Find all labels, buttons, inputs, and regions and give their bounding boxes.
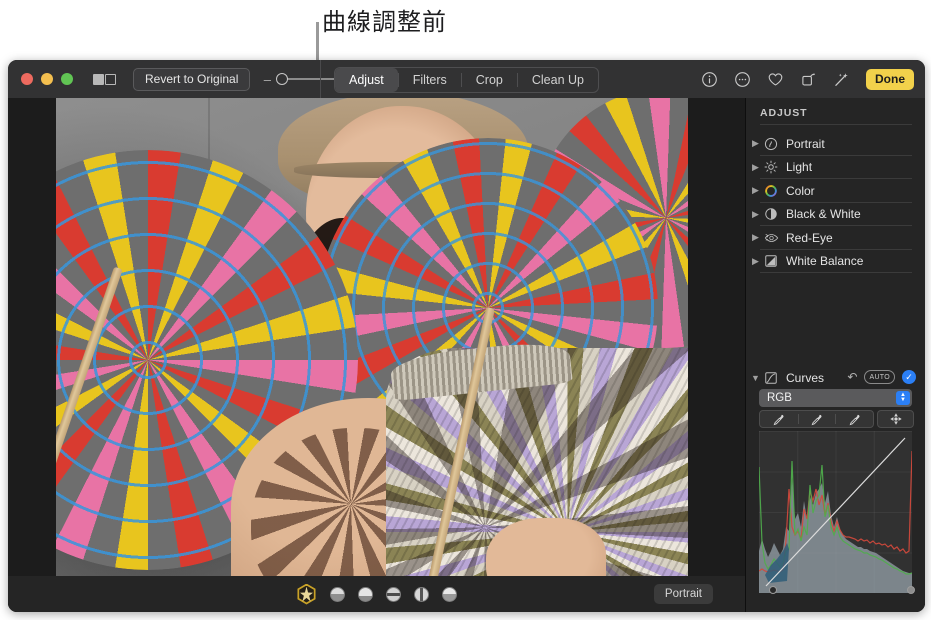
comment-icon[interactable] bbox=[734, 71, 751, 88]
black-white-icon bbox=[763, 206, 779, 222]
callout-label: 曲線調整前 bbox=[322, 8, 447, 36]
chevron-down-icon[interactable]: ▼ bbox=[748, 373, 763, 383]
sidebar-item-label: Portrait bbox=[786, 136, 825, 151]
screenshot-root: 曲線調整前 Revert to Original – Adjust Filter… bbox=[0, 0, 931, 620]
black-point-eyedropper[interactable] bbox=[760, 411, 798, 427]
selected-hex-thumb[interactable] bbox=[296, 583, 317, 605]
tab-clean-up-label: Clean Up bbox=[531, 73, 584, 87]
sidebar-item-label: Color bbox=[786, 183, 815, 198]
red-eye-icon bbox=[763, 230, 779, 246]
rotate-icon[interactable] bbox=[800, 71, 817, 88]
compare-view-icon[interactable] bbox=[93, 73, 116, 85]
sidebar-item-portrait[interactable]: ▶ Portrait bbox=[746, 132, 925, 156]
sidebar-item-light[interactable]: ▶ Light bbox=[746, 156, 925, 179]
curves-histogram bbox=[759, 437, 912, 593]
zoom-slider-knob[interactable] bbox=[276, 73, 289, 85]
preview-thumbnail-strip[interactable] bbox=[8, 576, 745, 612]
compare-filled-square bbox=[93, 73, 104, 85]
photos-editor-window: Revert to Original – + Adjust Filters Cr… bbox=[8, 60, 925, 612]
tab-adjust-label: Adjust bbox=[349, 73, 384, 87]
chevron-right-icon[interactable]: ▶ bbox=[748, 233, 763, 242]
sidebar-item-label: Light bbox=[786, 160, 813, 175]
sidebar-item-label: White Balance bbox=[786, 254, 864, 269]
auto-label: AUTO bbox=[869, 373, 890, 381]
compare-outline-square bbox=[105, 73, 116, 85]
sidebar-item-levels[interactable]: ▶ Levels bbox=[746, 607, 925, 613]
curves-channel-select[interactable]: RGB ▲ ▼ bbox=[759, 389, 912, 407]
sidebar-item-label: Black & White bbox=[786, 207, 861, 222]
photo-bottom-toolbar: Portrait bbox=[8, 576, 745, 612]
thumb-3[interactable] bbox=[386, 586, 401, 602]
sidebar-item-label: Curves bbox=[786, 371, 825, 385]
info-icon[interactable] bbox=[701, 71, 718, 88]
done-label: Done bbox=[875, 72, 905, 86]
sidebar-item-black-and-white[interactable]: ▶ Black & White bbox=[746, 203, 925, 226]
sidebar-item-red-eye[interactable]: ▶ Red-Eye bbox=[746, 226, 925, 250]
adjust-sidebar: ADJUST ▶ Portrait ▶ Light ▶ Color ▶ Blac… bbox=[746, 98, 925, 612]
chevron-right-icon[interactable]: ▶ bbox=[748, 186, 763, 195]
minimize-button[interactable] bbox=[41, 73, 53, 85]
edit-mode-tabs[interactable]: Adjust Filters Crop Clean Up bbox=[334, 67, 599, 93]
subject-hand bbox=[486, 518, 606, 576]
levels-icon bbox=[763, 611, 779, 612]
auto-button[interactable]: AUTO bbox=[864, 370, 895, 384]
chevron-right-icon[interactable]: ▶ bbox=[748, 209, 763, 219]
zoom-out-label[interactable]: – bbox=[263, 73, 271, 86]
maximize-button[interactable] bbox=[61, 73, 73, 85]
editor-content: Portrait ADJUST ▶ Portrait ▶ Light ▶ Col… bbox=[8, 98, 925, 612]
curves-eyedropper-group[interactable] bbox=[759, 410, 874, 428]
white-balance-icon bbox=[763, 253, 779, 269]
sidebar-title: ADJUST bbox=[760, 107, 808, 119]
magic-wand-icon[interactable] bbox=[833, 71, 850, 88]
curves-channel-value: RGB bbox=[767, 392, 792, 404]
curves-actions: ↶ AUTO ✓ bbox=[847, 370, 916, 384]
toolbar-divider bbox=[320, 60, 321, 98]
curves-icon bbox=[763, 370, 779, 386]
chevron-right-icon[interactable]: ▶ bbox=[748, 256, 763, 266]
tab-filters-label: Filters bbox=[412, 73, 447, 87]
window-controls[interactable] bbox=[21, 73, 73, 85]
row-rule bbox=[760, 272, 912, 273]
thumb-4[interactable] bbox=[414, 586, 429, 602]
checkmark-icon[interactable]: ✓ bbox=[902, 370, 916, 384]
chevron-updown-icon[interactable]: ▲ ▼ bbox=[896, 391, 910, 405]
gray-point-eyedropper[interactable] bbox=[797, 411, 836, 427]
chevron-right-icon[interactable]: ▶ bbox=[748, 162, 763, 172]
thumb-2[interactable] bbox=[358, 586, 373, 602]
close-button[interactable] bbox=[21, 73, 33, 85]
sidebar-item-white-balance[interactable]: ▶ White Balance bbox=[746, 250, 925, 273]
tab-adjust[interactable]: Adjust bbox=[335, 68, 398, 92]
thumb-5[interactable] bbox=[442, 586, 457, 602]
tab-clean-up[interactable]: Clean Up bbox=[518, 68, 598, 92]
sidebar-item-color[interactable]: ▶ Color bbox=[746, 179, 925, 203]
undo-icon[interactable]: ↶ bbox=[847, 371, 857, 383]
curve-white-point-handle[interactable] bbox=[907, 586, 915, 594]
tab-crop-label: Crop bbox=[475, 73, 503, 87]
sidebar-item-label: Red-Eye bbox=[786, 230, 833, 245]
chevron-right-icon[interactable]: ▶ bbox=[748, 139, 763, 148]
portrait-icon bbox=[763, 136, 779, 152]
photo-preview[interactable] bbox=[56, 98, 688, 576]
sidebar-title-rule bbox=[760, 124, 912, 125]
curves-graph[interactable] bbox=[759, 431, 915, 594]
heart-icon[interactable] bbox=[767, 71, 784, 88]
sidebar-item-curves[interactable]: ▼ Curves ↶ AUTO ✓ bbox=[746, 367, 925, 389]
thumb-1[interactable] bbox=[330, 586, 345, 602]
revert-to-original-button[interactable]: Revert to Original bbox=[133, 67, 251, 91]
color-wheel-icon bbox=[763, 183, 779, 199]
portrait-badge-button[interactable]: Portrait bbox=[653, 584, 713, 604]
portrait-label: Portrait bbox=[664, 588, 702, 600]
done-button[interactable]: Done bbox=[866, 68, 914, 90]
photo-canvas-area bbox=[8, 98, 745, 576]
tab-crop[interactable]: Crop bbox=[462, 68, 517, 92]
add-point-icon[interactable] bbox=[877, 410, 914, 428]
toolbar-right-tools: Done bbox=[701, 60, 914, 98]
white-point-eyedropper[interactable] bbox=[835, 411, 873, 427]
revert-label: Revert to Original bbox=[145, 72, 239, 86]
light-icon bbox=[763, 159, 779, 175]
curve-black-point-handle[interactable] bbox=[769, 586, 777, 594]
tab-filters[interactable]: Filters bbox=[399, 68, 461, 92]
window-toolbar: Revert to Original – + Adjust Filters Cr… bbox=[8, 60, 925, 98]
